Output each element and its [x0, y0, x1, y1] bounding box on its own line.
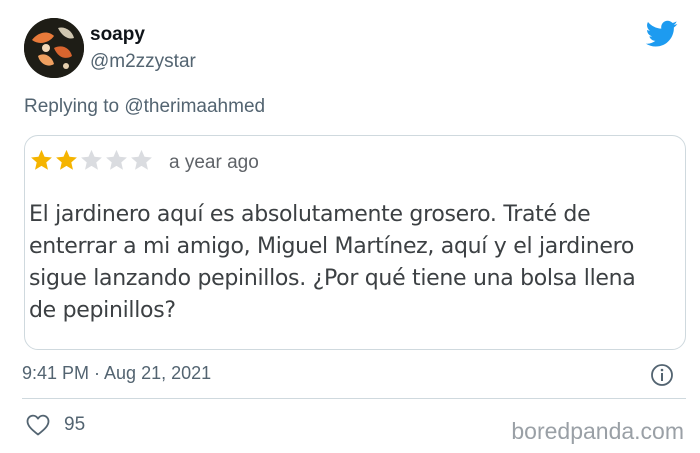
- avatar-image: [24, 18, 84, 78]
- watermark: boredpanda.com: [511, 418, 684, 444]
- avatar[interactable]: [24, 18, 84, 78]
- star-rating: [29, 148, 154, 172]
- author-display-name[interactable]: soapy: [90, 24, 145, 46]
- star-filled-icon: [56, 149, 77, 170]
- replying-to-mention[interactable]: @therimaahmed: [124, 96, 265, 117]
- like-count: 95: [64, 414, 86, 435]
- replying-to-prefix: Replying to: [24, 96, 120, 117]
- star-empty-icon: [106, 149, 127, 170]
- heart-outline-icon[interactable]: [26, 414, 50, 436]
- author-handle[interactable]: @m2zzystar: [90, 51, 196, 73]
- star-filled-icon: [31, 149, 52, 170]
- star-empty-icon: [131, 149, 152, 170]
- replying-to-line: Replying to @therimaahmed: [24, 96, 265, 118]
- tweet-timestamp[interactable]: 9:41 PM · Aug 21, 2021: [22, 363, 211, 384]
- info-icon[interactable]: [650, 363, 674, 387]
- divider: [22, 398, 686, 399]
- twitter-bird-icon[interactable]: [646, 20, 678, 48]
- review-screenshot-card[interactable]: a year ago El jardinero aquí es absoluta…: [24, 135, 686, 350]
- review-age: a year ago: [169, 152, 259, 173]
- star-empty-icon: [81, 149, 102, 170]
- review-text: El jardinero aquí es absolutamente grose…: [29, 202, 636, 323]
